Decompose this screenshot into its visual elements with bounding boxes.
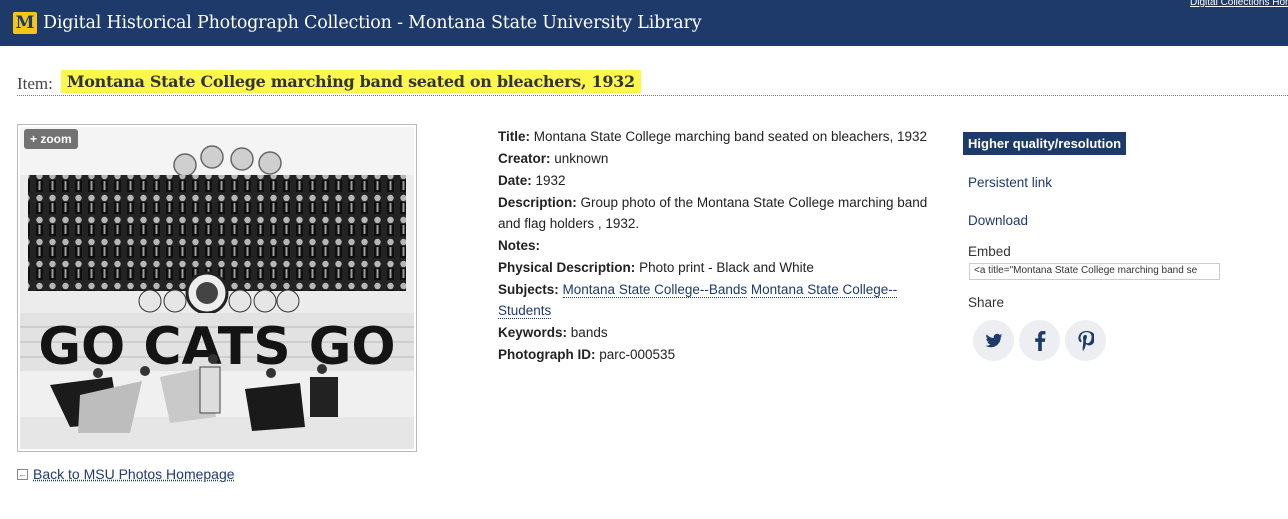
facebook-icon[interactable] [1019, 320, 1060, 361]
item-metadata: Title: Montana State College marching ba… [498, 126, 938, 366]
meta-keywords-value: bands [570, 325, 608, 340]
band-photo[interactable]: + zoom GO CATS GO [20, 127, 414, 449]
meta-keywords-label: Keywords: [498, 325, 568, 340]
pinterest-icon[interactable] [1065, 320, 1106, 361]
embed-code-field[interactable]: <a title="Montana State College marching… [969, 263, 1220, 280]
item-title: Montana State College marching band seat… [60, 70, 641, 93]
meta-date-label: Date: [498, 173, 532, 188]
meta-date-value: 1932 [535, 173, 566, 188]
back-arrow-icon: ← [17, 468, 28, 480]
meta-notes-label: Notes: [498, 238, 541, 253]
zoom-button[interactable]: + zoom [24, 129, 78, 149]
msu-logo[interactable]: M [13, 12, 37, 34]
item-label: Item: [17, 74, 53, 93]
meta-description: Description: Group photo of the Montana … [498, 192, 938, 234]
back-link-label[interactable]: Back to MSU Photos Homepage [33, 466, 235, 482]
meta-photo-id-value: parc-000535 [599, 347, 676, 362]
share-buttons [973, 320, 1106, 361]
embed-label: Embed [968, 244, 1011, 259]
photo-frame: + zoom GO CATS GO [17, 124, 417, 452]
site-header: M Digital Historical Photograph Collecti… [0, 0, 1288, 46]
back-to-homepage-link[interactable]: ← Back to MSU Photos Homepage [17, 466, 235, 482]
meta-creator-label: Creator: [498, 151, 551, 166]
meta-photo-id: Photograph ID: parc-000535 [498, 344, 938, 365]
meta-subjects-label: Subjects: [498, 282, 559, 297]
persistent-link[interactable]: Persistent link [968, 175, 1052, 190]
item-actions: Higher quality/resolution Persistent lin… [963, 132, 1263, 361]
digital-collections-link[interactable]: Digital Collections Home [1190, 0, 1288, 8]
meta-title-label: Title: [498, 129, 531, 144]
meta-physical-label: Physical Description: [498, 260, 636, 275]
meta-title: Title: Montana State College marching ba… [498, 126, 938, 147]
meta-creator: Creator: unknown [498, 148, 938, 169]
subject-link[interactable]: Montana State College--Bands [562, 282, 748, 298]
meta-subjects: Subjects: Montana State College--Bands M… [498, 279, 938, 321]
share-label: Share [968, 295, 1005, 310]
meta-title-value: Montana State College marching band seat… [533, 129, 928, 144]
meta-creator-value: unknown [554, 151, 609, 166]
meta-notes: Notes: [498, 235, 938, 256]
band-photo-image: GO CATS GO [20, 127, 414, 449]
site-title[interactable]: Digital Historical Photograph Collection… [43, 13, 702, 33]
item-heading: Item: Montana State College marching ban… [17, 70, 1288, 96]
meta-date: Date: 1932 [498, 170, 938, 191]
meta-keywords: Keywords: bands [498, 322, 938, 343]
twitter-icon[interactable] [973, 320, 1014, 361]
meta-photo-id-label: Photograph ID: [498, 347, 596, 362]
download-link[interactable]: Download [968, 213, 1028, 228]
meta-physical-description: Physical Description: Photo print - Blac… [498, 257, 938, 278]
higher-quality-button[interactable]: Higher quality/resolution [963, 132, 1127, 155]
meta-physical-value: Photo print - Black and White [639, 260, 814, 275]
meta-description-label: Description: [498, 195, 577, 210]
